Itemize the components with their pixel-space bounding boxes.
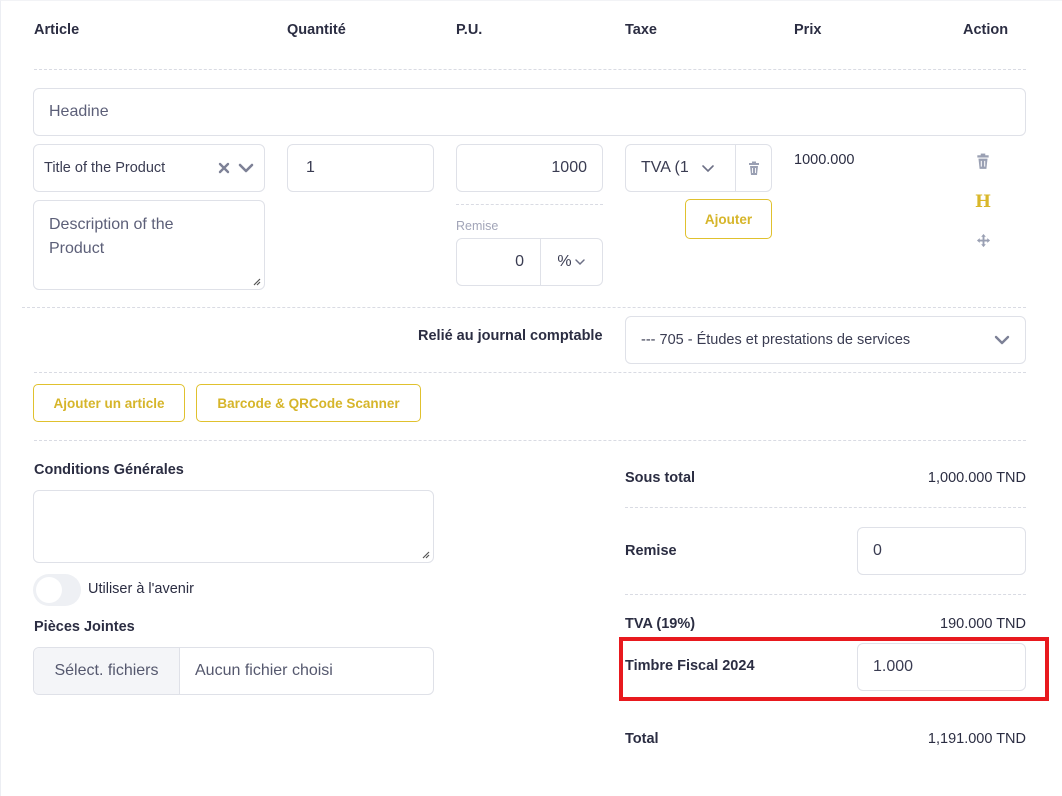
add-tax-button[interactable]: Ajouter bbox=[685, 199, 772, 239]
journal-divider bbox=[34, 372, 1026, 373]
column-header-action: Action bbox=[963, 22, 1009, 38]
toggle-knob bbox=[36, 577, 62, 603]
future-use-label: Utiliser à l'avenir bbox=[88, 581, 194, 597]
resize-handle-icon[interactable] bbox=[420, 549, 430, 559]
highlight-box bbox=[619, 637, 1049, 701]
summary-divider bbox=[625, 594, 1026, 595]
subtotal-label: Sous total bbox=[625, 470, 696, 486]
headline-input[interactable]: Headine bbox=[33, 88, 1026, 136]
move-icon[interactable] bbox=[976, 233, 991, 248]
remise-input-value: 0 bbox=[515, 253, 524, 270]
remise-unit-value: % bbox=[557, 253, 572, 270]
tva-label: TVA (19%) bbox=[625, 616, 696, 632]
summary-remise-input[interactable]: 0 bbox=[857, 527, 1026, 575]
tax-delete-button[interactable] bbox=[736, 145, 771, 191]
column-header-quantite: Quantité bbox=[287, 22, 346, 38]
remise-label: Remise bbox=[456, 219, 499, 233]
journal-select[interactable]: --- 705 - Études et prestations de servi… bbox=[625, 316, 1026, 364]
price-divider bbox=[456, 204, 603, 205]
item-divider bbox=[22, 307, 1026, 308]
quantity-input-value: 1 bbox=[306, 159, 315, 176]
column-header-article: Article bbox=[34, 22, 80, 38]
buttons-divider bbox=[34, 440, 1026, 441]
line-price: 1000.000 bbox=[794, 152, 855, 168]
journal-select-value: --- 705 - Études et prestations de servi… bbox=[641, 332, 911, 348]
description-textarea-value: Description of the Product bbox=[49, 216, 174, 257]
tax-select-value: TVA (1 bbox=[641, 159, 689, 176]
resize-handle-icon[interactable] bbox=[251, 276, 261, 286]
product-select-value: Title of the Product bbox=[44, 160, 166, 176]
chevron-down-icon bbox=[574, 257, 586, 267]
unit-price-input-value: 1000 bbox=[551, 159, 587, 176]
conditions-textarea[interactable] bbox=[33, 490, 434, 563]
attachments-label: Pièces Jointes bbox=[34, 619, 135, 635]
remise-input[interactable]: 0 bbox=[457, 239, 541, 285]
column-header-prix: Prix bbox=[794, 22, 822, 38]
chevron-down-icon[interactable] bbox=[238, 162, 254, 174]
no-file-text: Aucun fichier choisi bbox=[195, 662, 333, 679]
product-select[interactable]: Title of the Product bbox=[33, 144, 265, 192]
chevron-down-icon bbox=[701, 163, 715, 173]
quantity-input[interactable]: 1 bbox=[287, 144, 434, 192]
conditions-label: Conditions Générales bbox=[34, 462, 184, 478]
heading-icon[interactable]: H bbox=[975, 192, 991, 212]
trash-icon bbox=[748, 161, 760, 176]
chevron-down-icon bbox=[994, 334, 1010, 346]
description-textarea[interactable]: Description of the Product bbox=[33, 200, 265, 290]
headline-input-value: Headine bbox=[49, 103, 109, 120]
summary-remise-label: Remise bbox=[625, 543, 677, 559]
future-use-toggle[interactable] bbox=[33, 574, 81, 606]
choose-files-button[interactable]: Sélect. fichiers bbox=[34, 648, 180, 694]
add-article-button[interactable]: Ajouter un article bbox=[33, 384, 185, 422]
remise-input-group[interactable]: 0 % bbox=[456, 238, 603, 286]
remise-unit-select[interactable]: % bbox=[541, 239, 602, 285]
clear-icon[interactable] bbox=[218, 162, 230, 174]
tax-select-group[interactable]: TVA (1 bbox=[625, 144, 772, 192]
tax-select[interactable]: TVA (1 bbox=[626, 145, 736, 191]
total-label: Total bbox=[625, 731, 659, 747]
column-header-taxe: Taxe bbox=[625, 22, 657, 38]
unit-price-input[interactable]: 1000 bbox=[456, 144, 603, 192]
barcode-scanner-button[interactable]: Barcode & QRCode Scanner bbox=[196, 384, 421, 422]
summary-divider bbox=[625, 507, 1026, 508]
total-value: 1,191.000 TND bbox=[927, 731, 1026, 747]
file-input[interactable]: Sélect. fichiers Aucun fichier choisi bbox=[33, 647, 434, 695]
tva-value: 190.000 TND bbox=[940, 616, 1026, 632]
journal-label: Relié au journal comptable bbox=[418, 328, 603, 344]
summary-remise-value: 0 bbox=[873, 542, 882, 559]
trash-icon[interactable] bbox=[976, 153, 990, 170]
subtotal-value: 1,000.000 TND bbox=[927, 470, 1026, 486]
column-header-pu: P.U. bbox=[456, 22, 483, 38]
header-divider bbox=[34, 69, 1026, 70]
